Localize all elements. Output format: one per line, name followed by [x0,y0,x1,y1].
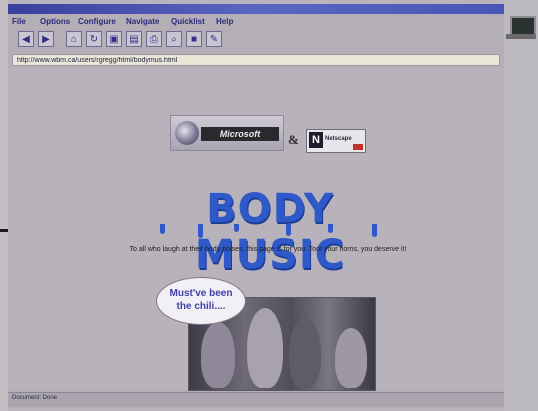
bubble-line-1: Must've been [169,288,233,299]
menu-file[interactable]: File [12,16,26,28]
address-bar[interactable] [12,54,500,66]
microsoft-logo[interactable]: Microsoft [170,115,284,151]
page-content: Microsoft & N Netscape BODY MUSIC To all… [8,68,504,391]
person-figure [201,322,235,388]
menu-navigate[interactable]: Navigate [126,16,159,28]
drip [372,224,377,237]
title-bar [8,4,504,14]
menu-help[interactable]: Help [216,16,233,28]
home-icon[interactable]: ⌂ [66,31,82,47]
ms-swirl-icon [175,121,199,145]
person-figure [247,308,283,388]
ms-logo-text: Microsoft [201,127,279,141]
back-arrow-icon[interactable]: ◀ [18,31,34,47]
reload-icon[interactable]: ↻ [86,31,102,47]
scan-edge-left [0,0,8,411]
scan-edge-right [504,0,538,411]
title-drips [146,224,394,244]
url-input[interactable] [13,55,499,65]
drip [328,224,333,233]
ns-logo-text: Netscape [325,136,352,142]
print-icon[interactable]: ⎙ [146,31,162,47]
toolbar: ◀ ▶ ⌂ ↻ ▣ ▤ ⎙ ⌕ ■ ✎ [12,31,312,51]
drip [198,224,203,238]
open-icon[interactable]: ▤ [126,31,142,47]
menu-configure[interactable]: Configure [78,16,116,28]
browser-window: File Options Configure Navigate Quicklis… [8,4,504,408]
speech-bubble: Must've been the chili.... [156,277,246,325]
menu-quicklist[interactable]: Quicklist [171,16,205,28]
images-icon[interactable]: ▣ [106,31,122,47]
forward-arrow-icon[interactable]: ▶ [38,31,54,47]
menu-options[interactable]: Options [40,16,70,28]
person-figure [289,318,321,388]
status-text: Document: Done [12,395,58,401]
menu-bar: File Options Configure Navigate Quicklis… [8,15,504,29]
stop-icon[interactable]: ■ [186,31,202,47]
drip [286,224,291,236]
ns-ship-icon [353,144,363,150]
ns-letter: N [309,132,323,148]
monitor-stand [506,34,536,39]
netscape-logo[interactable]: N Netscape [306,129,366,153]
bubble-line-2: the chili.... [176,301,226,312]
tagline: To all who laugh at their body noises, t… [129,246,407,253]
status-bar: Document: Done [8,392,504,407]
ampersand: & [288,132,299,147]
find-icon[interactable]: ⌕ [166,31,182,47]
computer-monitor-icon [506,14,536,40]
monitor-screen [510,16,536,36]
drip [234,224,239,232]
person-figure [335,328,367,388]
edit-icon[interactable]: ✎ [206,31,222,47]
drip [160,224,165,234]
